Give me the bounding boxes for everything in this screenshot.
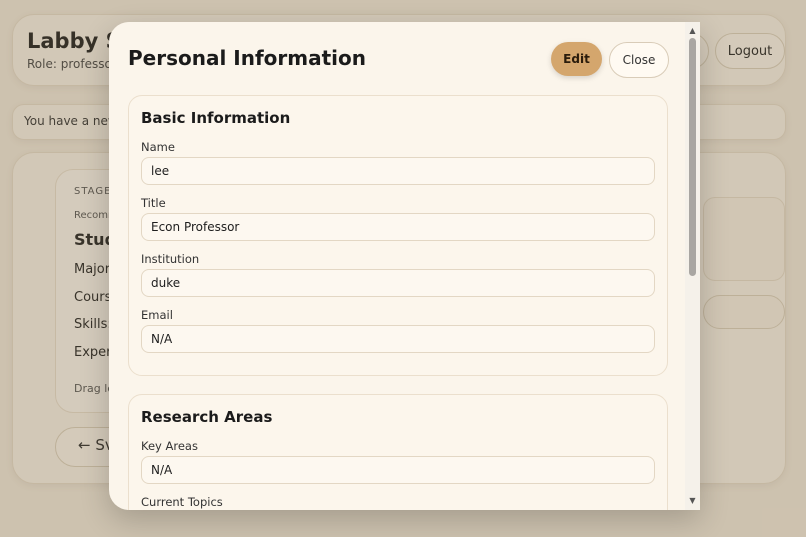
personal-information-modal: Personal Information Edit Close Basic In… xyxy=(109,22,700,510)
close-button[interactable]: Close xyxy=(609,42,669,78)
scroll-up-icon[interactable]: ▲ xyxy=(685,24,700,38)
research-areas-section: Research Areas Key Areas N/A Current Top… xyxy=(128,394,668,510)
title-label: Title xyxy=(141,196,166,210)
institution-label: Institution xyxy=(141,252,200,266)
title-field[interactable]: Econ Professor xyxy=(141,213,655,241)
email-field[interactable]: N/A xyxy=(141,325,655,353)
scroll-down-icon[interactable]: ▼ xyxy=(685,494,700,508)
key-areas-field[interactable]: N/A xyxy=(141,456,655,484)
section-title: Research Areas xyxy=(141,408,273,426)
key-areas-label: Key Areas xyxy=(141,439,198,453)
email-label: Email xyxy=(141,308,173,322)
current-topics-label: Current Topics xyxy=(141,495,223,509)
scroll-thumb[interactable] xyxy=(689,38,696,276)
edit-button[interactable]: Edit xyxy=(551,42,602,76)
section-title: Basic Information xyxy=(141,109,291,127)
name-field[interactable]: lee xyxy=(141,157,655,185)
modal-title: Personal Information xyxy=(128,46,366,70)
name-label: Name xyxy=(141,140,175,154)
basic-information-section: Basic Information Name lee Title Econ Pr… xyxy=(128,95,668,376)
modal-scrollbar[interactable]: ▲ ▼ xyxy=(685,22,700,510)
institution-field[interactable]: duke xyxy=(141,269,655,297)
